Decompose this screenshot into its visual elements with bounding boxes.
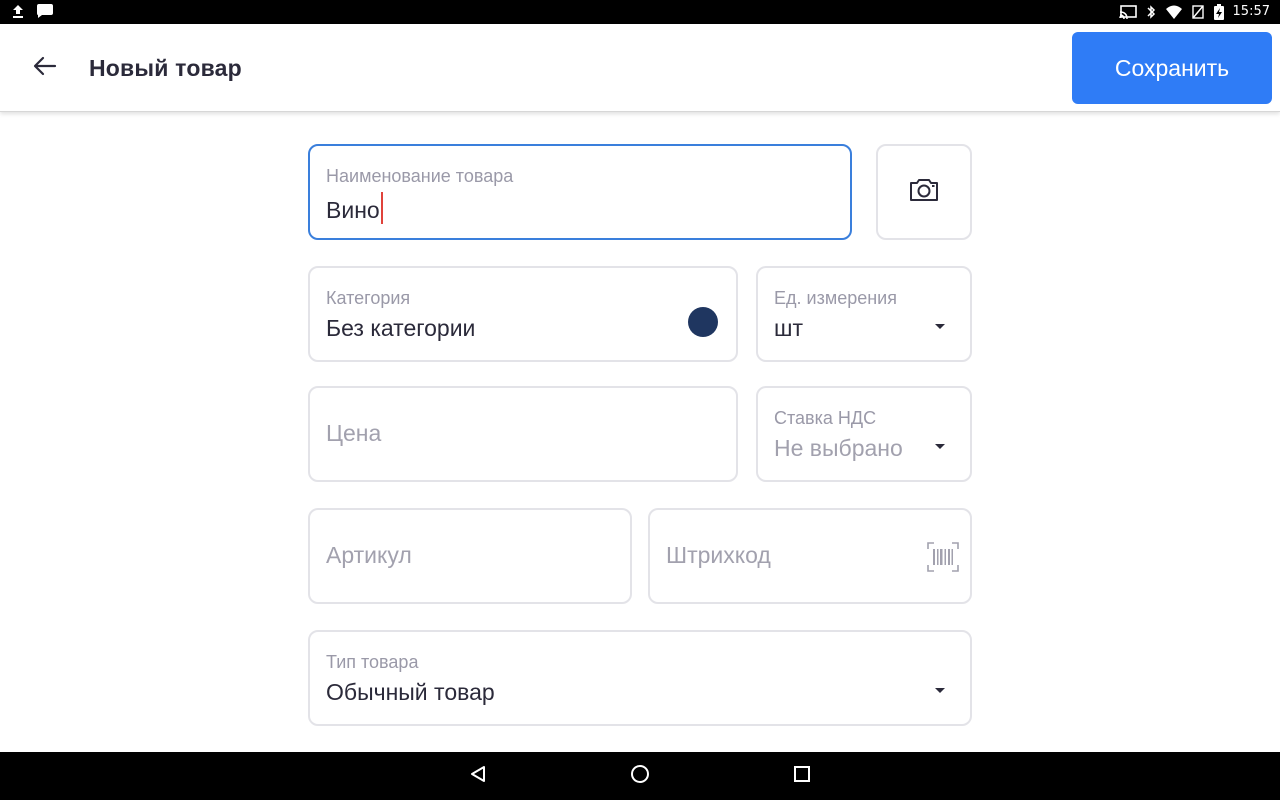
barcode-placeholder: Штрихкод	[666, 542, 771, 568]
category-field[interactable]: Категория Без категории	[308, 266, 738, 362]
status-left-icons	[12, 3, 54, 19]
barcode-field[interactable]: Штрихкод	[648, 508, 972, 604]
camera-icon	[908, 177, 940, 208]
recents-square-icon	[793, 765, 811, 788]
page-title: Новый товар	[89, 55, 242, 81]
status-time: 15:57	[1232, 4, 1270, 19]
article-placeholder: Артикул	[326, 542, 412, 568]
price-field[interactable]: Цена	[308, 386, 738, 482]
product-type-value: Обычный товар	[326, 679, 495, 705]
status-right-icons: 15:57	[1118, 3, 1270, 21]
back-button[interactable]	[26, 50, 64, 86]
nav-home-button[interactable]	[628, 764, 652, 788]
chat-icon	[36, 3, 54, 19]
back-triangle-icon	[469, 765, 487, 788]
nav-back-button[interactable]	[466, 764, 490, 788]
home-circle-icon	[630, 764, 650, 789]
unit-label: Ед. измерения	[774, 288, 897, 308]
text-caret	[380, 192, 383, 224]
notification-off-icon	[1191, 4, 1205, 20]
add-photo-button[interactable]	[876, 144, 972, 240]
price-placeholder: Цена	[326, 420, 382, 446]
bluetooth-icon	[1145, 4, 1157, 20]
unit-dropdown[interactable]: Ед. измерения шт	[756, 266, 972, 362]
wifi-icon	[1165, 4, 1183, 20]
product-type-label: Тип товара	[326, 652, 419, 672]
app-bar: Новый товар Сохранить	[0, 24, 1280, 112]
system-nav-bar	[0, 752, 1280, 800]
product-name-field[interactable]: Наименование товара Вино	[308, 144, 852, 240]
product-type-dropdown[interactable]: Тип товара Обычный товар	[308, 630, 972, 726]
category-color-dot	[688, 307, 718, 337]
unit-value: шт	[774, 315, 803, 341]
chevron-down-icon	[935, 324, 945, 329]
cast-icon	[1118, 4, 1137, 20]
barcode-scan-icon[interactable]	[927, 542, 959, 577]
product-name-value[interactable]: Вино	[326, 192, 383, 224]
battery-charging-icon	[1213, 3, 1225, 21]
arrow-left-icon	[33, 56, 57, 81]
vat-label: Ставка НДС	[774, 408, 877, 428]
save-button[interactable]: Сохранить	[1072, 32, 1272, 104]
chevron-down-icon	[935, 444, 945, 449]
vat-dropdown[interactable]: Ставка НДС Не выбрано	[756, 386, 972, 482]
vat-value: Не выбрано	[774, 435, 903, 461]
category-label: Категория	[326, 288, 411, 308]
article-field[interactable]: Артикул	[308, 508, 632, 604]
status-bar: 15:57	[0, 0, 1280, 24]
chevron-down-icon	[935, 688, 945, 693]
category-value: Без категории	[326, 315, 476, 341]
product-form: Наименование товара Вино Категория Без к…	[0, 112, 1280, 752]
nav-recents-button[interactable]	[790, 764, 814, 788]
product-name-text: Вино	[326, 197, 380, 223]
product-name-label: Наименование товара	[326, 166, 514, 186]
upload-icon	[12, 3, 24, 19]
